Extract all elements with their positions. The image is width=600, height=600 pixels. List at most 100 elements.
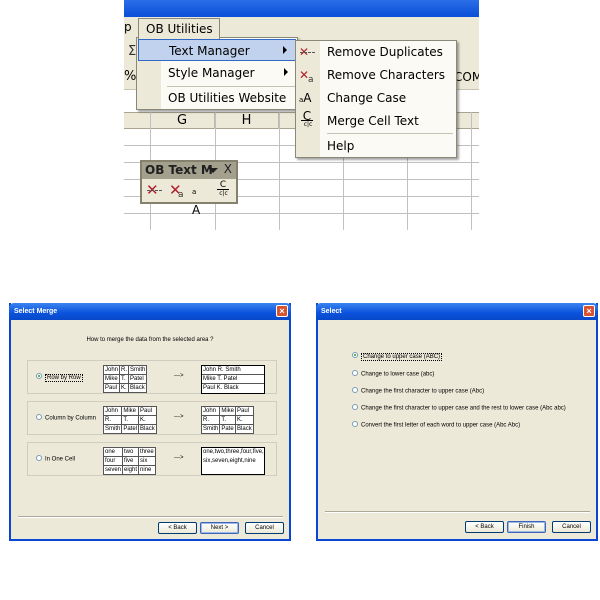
menu-item-label: Merge Cell Text [327, 114, 419, 128]
radio-label: Change the first character to upper case… [361, 405, 566, 412]
radio-label: Change to lower case (abc) [361, 371, 435, 378]
a-glyph: a [192, 188, 197, 196]
menu-partial-item[interactable]: p [124, 20, 132, 34]
arrow-icon: ---> [174, 373, 184, 379]
cell: R. [200, 415, 221, 425]
menu-item-label: Help [327, 139, 355, 153]
cell: Mike T. Patel [202, 375, 264, 384]
radio-button[interactable] [36, 373, 42, 379]
text-manager-submenu: ✕ Remove Duplicates ✕ a Remove Characters… [295, 40, 457, 158]
cell: four [102, 456, 124, 466]
A-glyph: A [303, 91, 312, 105]
ob-text-manager-toolbar[interactable]: OB Text M X ✕ ✕ a aA Cc|c [140, 160, 238, 217]
menu-item-label: Style Manager [168, 66, 255, 80]
close-icon[interactable]: × [276, 305, 288, 317]
dialog-title: Select Merge [14, 308, 58, 315]
menu-item-label: Remove Characters [327, 68, 446, 82]
cell: seven [102, 465, 124, 475]
radio-lower-case[interactable]: Change to lower case (abc) [352, 370, 435, 378]
grid-line [471, 112, 472, 230]
radio-button[interactable] [352, 404, 358, 410]
cancel-button[interactable]: Cancel [552, 521, 591, 533]
menu-item-ob-utilities-website[interactable]: OB Utilities Website [138, 87, 296, 109]
menu-item-style-manager[interactable]: Style Manager [138, 62, 296, 84]
remove-duplicates-icon: ✕ [299, 43, 317, 61]
cancel-button[interactable]: Cancel [245, 522, 284, 534]
radio-button[interactable] [36, 455, 42, 461]
cell: R. [102, 415, 123, 425]
radio-in-one-cell[interactable]: In One Cell [36, 455, 75, 463]
cell: Smith [128, 365, 148, 375]
option-group-row-by-row: Row by Row John R. Smith Mike T. Patel Paul K… [27, 360, 277, 394]
cell: Mike [102, 374, 121, 384]
radio-button[interactable] [352, 352, 358, 358]
finish-button[interactable]: Finish [507, 521, 546, 533]
menu-item-remove-characters[interactable]: ✕ a Remove Characters [296, 64, 456, 87]
back-button[interactable]: < Back [465, 521, 504, 533]
radio-button[interactable] [352, 387, 358, 393]
cell: T. [219, 415, 237, 425]
close-icon[interactable]: × [583, 305, 595, 317]
radio-first-upper-rest-lower[interactable]: Change the first character to upper case… [352, 404, 566, 412]
source-table: John R. Smith Mike T. Patel Paul K. Black [102, 365, 148, 393]
merge-bottom-glyph: c|c [303, 121, 313, 128]
dialog-title-bar[interactable]: Select Merge × [9, 303, 291, 320]
menu-item-help[interactable]: Help [296, 135, 456, 158]
radio-title-case[interactable]: Convert the first letter of each word to… [352, 421, 520, 429]
radio-label: Change the first character to upper case… [361, 388, 485, 395]
dialog-separator [18, 516, 283, 518]
toolbar-options-dropdown-icon[interactable] [208, 168, 218, 173]
cell: Smith [200, 424, 221, 434]
source-table: one two three four five six seven eight nine [102, 447, 156, 475]
radio-button[interactable] [352, 370, 358, 376]
next-button[interactable]: Next > [200, 522, 239, 534]
cell: John R. Smith [202, 366, 264, 375]
back-button[interactable]: < Back [158, 522, 197, 534]
cell: Paul K. Black [203, 385, 239, 391]
menu-item-change-case[interactable]: aA Change Case [296, 87, 456, 110]
cell: John [102, 406, 123, 416]
dialog-title-bar[interactable]: Select × [316, 303, 598, 320]
menu-ob-utilities[interactable]: OB Utilities [138, 18, 220, 39]
radio-button[interactable] [352, 421, 358, 427]
menu-item-remove-duplicates[interactable]: ✕ Remove Duplicates [296, 41, 456, 64]
submenu-arrow-icon [284, 68, 288, 76]
arrow-icon: ---> [174, 414, 184, 420]
radio-upper-case[interactable]: Change to upper case (ABC) [352, 352, 443, 361]
cell: three [138, 447, 156, 457]
radio-button[interactable] [36, 414, 42, 420]
cell: K. [119, 383, 130, 393]
toolbar-title-bar[interactable]: OB Text M X [142, 162, 236, 179]
radio-column-by-column[interactable]: Column by Column [36, 414, 96, 422]
column-header-g[interactable]: G [150, 113, 215, 129]
radio-first-char-upper[interactable]: Change the first character to upper case… [352, 387, 485, 395]
select-case-dialog: Select × Change to upper case (ABC) Chan… [316, 303, 598, 541]
cell: eight [122, 465, 140, 475]
arrow-icon: ---> [174, 455, 184, 461]
cell: Black [235, 424, 254, 434]
autosum-icon[interactable]: Σ [128, 44, 136, 59]
select-merge-dialog: Select Merge × How to merge the data fro… [9, 303, 291, 541]
cell: Black [138, 424, 157, 434]
A-glyph: A [192, 203, 201, 217]
merge-cell-text-icon[interactable]: Cc|c [215, 181, 232, 199]
menu-item-merge-cell-text[interactable]: Cc|c Merge Cell Text [296, 110, 456, 133]
remove-characters-icon[interactable]: ✕ a [169, 181, 186, 200]
submenu-arrow-icon [283, 46, 287, 54]
dialog-title: Select [321, 308, 342, 315]
cell: K. [138, 415, 157, 425]
change-case-icon[interactable]: aA [192, 181, 209, 217]
radio-row-by-row[interactable]: Row by Row [36, 373, 83, 382]
cell: T. [119, 374, 130, 384]
menu-separator [327, 133, 453, 134]
merge-cell-text-icon: Cc|c [299, 110, 317, 130]
menu-item-text-manager[interactable]: Text Manager [138, 39, 296, 61]
toolbar-com-button[interactable]: COM [454, 70, 479, 84]
excel-menu-screenshot: p OB Utilities Σ % COM G H Text Manager … [124, 0, 479, 230]
menu-item-label: Remove Duplicates [327, 45, 443, 59]
percent-style-icon[interactable]: % [124, 69, 136, 84]
toolbar-close-icon[interactable]: X [224, 162, 232, 176]
column-header-h[interactable]: H [215, 113, 279, 129]
cell: Smith [102, 424, 123, 434]
remove-duplicates-icon[interactable]: ✕ [146, 181, 163, 199]
